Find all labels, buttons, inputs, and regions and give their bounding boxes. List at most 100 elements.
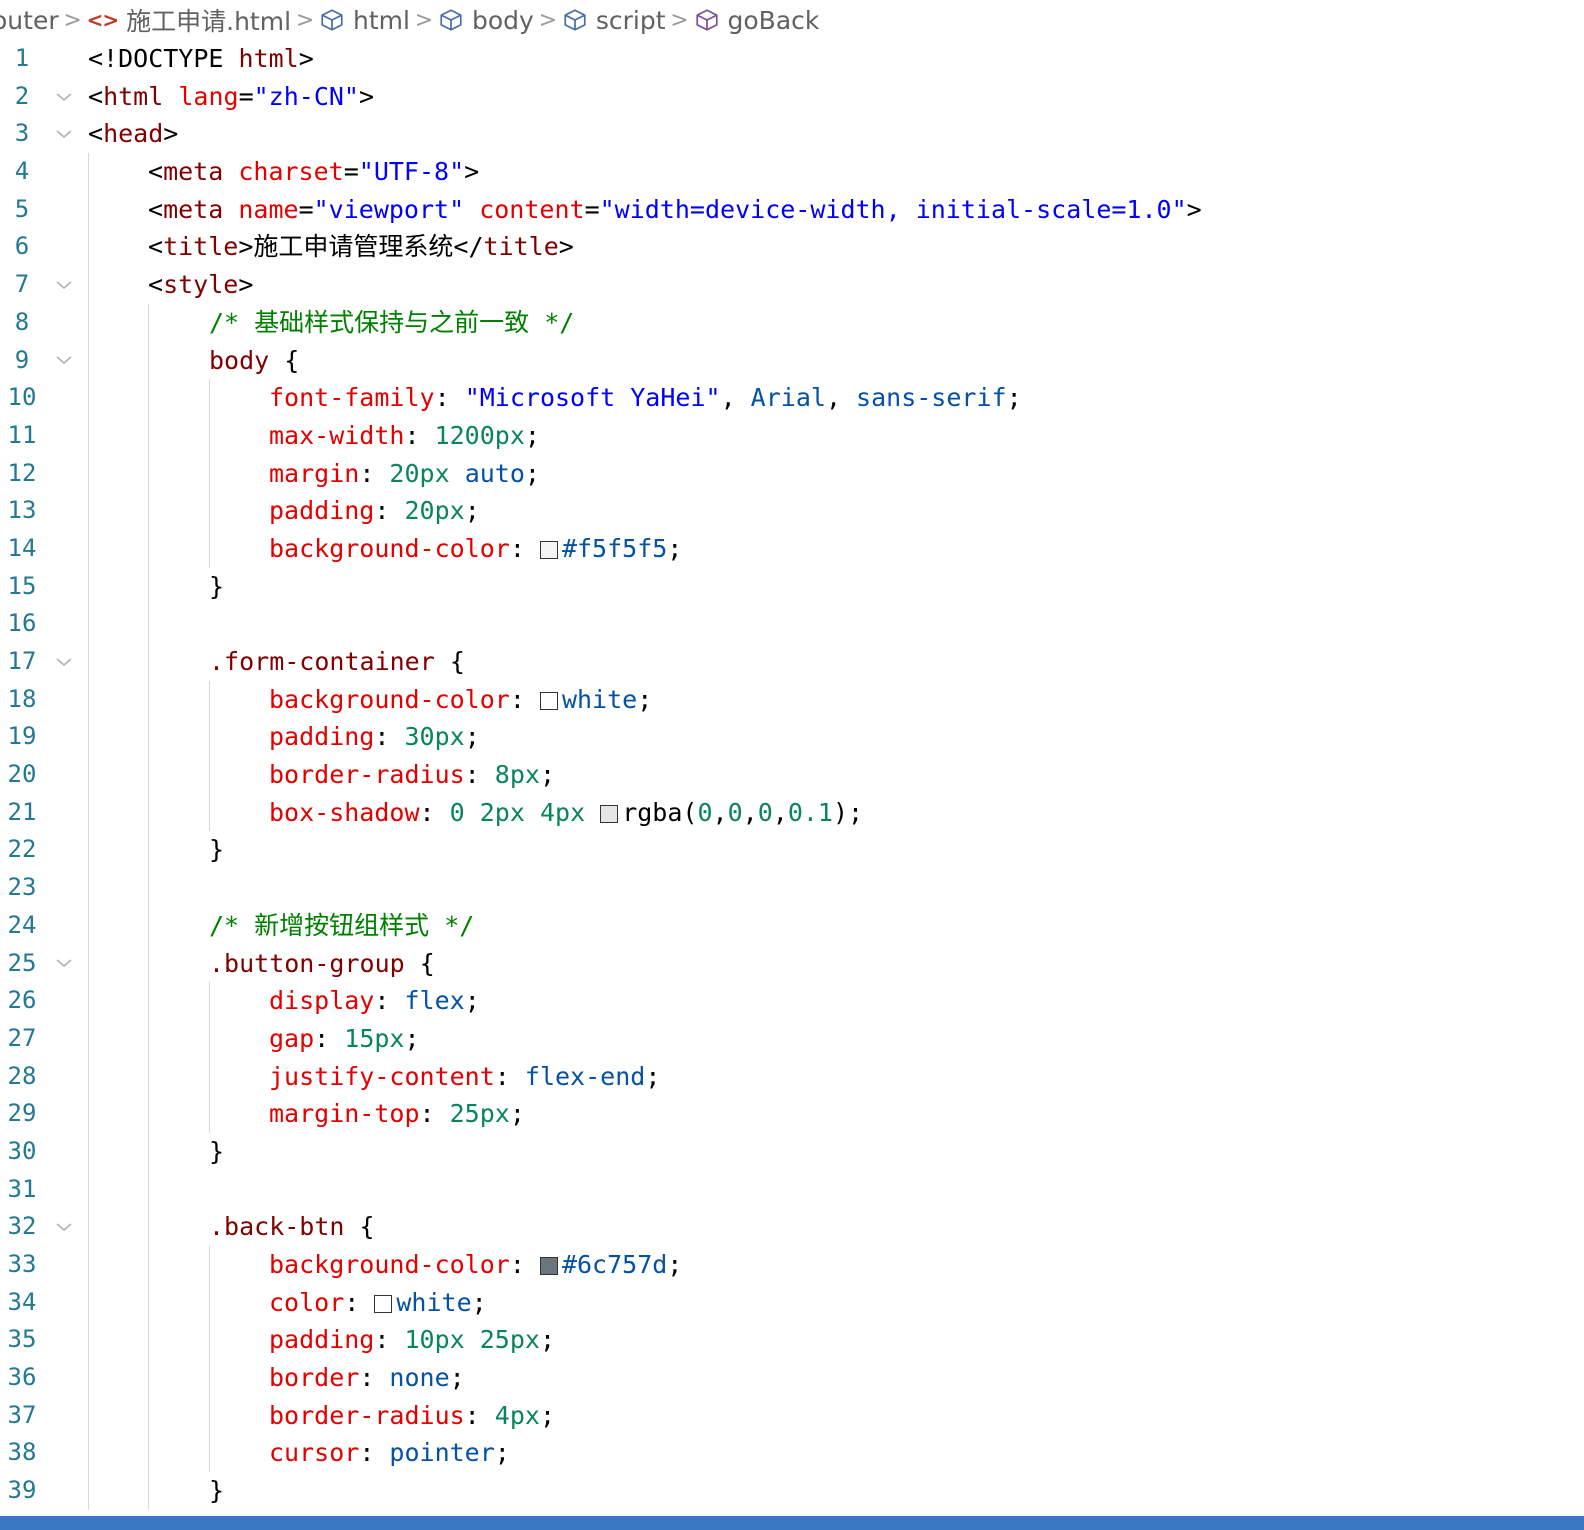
token-num: 20px: [389, 458, 450, 488]
code-line[interactable]: 31: [0, 1170, 1584, 1209]
code-line[interactable]: 15}: [0, 567, 1584, 606]
indent-guide: [148, 756, 149, 794]
code-line[interactable]: 12 margin: 20px auto;: [0, 454, 1584, 493]
breadcrumb-item[interactable]: script: [562, 6, 666, 35]
indent-guide: [148, 416, 149, 455]
fold-chevron-icon[interactable]: [54, 266, 74, 304]
code-line[interactable]: 3 <head>: [0, 115, 1584, 153]
code-line[interactable]: 19 padding: 30px;: [0, 718, 1584, 757]
line-number: 8: [14, 307, 30, 336]
breadcrumb-item[interactable]: goBack: [694, 6, 819, 35]
token-punct: >: [464, 157, 480, 187]
color-swatch-icon[interactable]: [539, 691, 558, 710]
code-editor[interactable]: 1 <!DOCTYPE html> 2 <html lang="zh-CN"> 3 <he…: [0, 40, 1584, 1516]
code-line[interactable]: 13 padding: 20px;: [0, 492, 1584, 530]
token-text: ,: [772, 797, 788, 827]
indent-guide: [88, 1057, 89, 1096]
indent-guide: [88, 1132, 89, 1171]
fold-chevron-icon[interactable]: [54, 1208, 74, 1246]
code-line[interactable]: 18 background-color: white;: [0, 680, 1584, 719]
code-line[interactable]: 29 margin-top: 25px;: [0, 1095, 1584, 1133]
indent-guide: [148, 341, 149, 380]
indent-guide: [88, 831, 89, 870]
breadcrumb-item[interactable]: body: [438, 6, 534, 35]
code-line[interactable]: 5 <meta name="viewport" content="width=de…: [0, 190, 1584, 229]
token-text: );: [832, 797, 864, 827]
token-text: {: [344, 1212, 375, 1242]
color-swatch-icon[interactable]: [600, 804, 619, 823]
cube-icon: [438, 7, 464, 33]
line-number: 2: [14, 81, 30, 110]
code-line[interactable]: 16: [0, 605, 1584, 643]
code-line[interactable]: 7 <style>: [0, 266, 1584, 304]
token-kw: none: [389, 1363, 450, 1393]
code-line[interactable]: 36 border: none;: [0, 1359, 1584, 1397]
fold-chevron-icon[interactable]: [54, 342, 74, 380]
fold-chevron-icon[interactable]: [54, 945, 74, 983]
color-swatch-icon[interactable]: [374, 1294, 393, 1313]
token-text: {: [434, 647, 465, 676]
code-line[interactable]: 35 padding: 10px 25px;: [0, 1321, 1584, 1360]
token-tag: html: [103, 81, 164, 111]
code-line[interactable]: 10 font-family: "Microsoft YaHei", Arial,…: [0, 379, 1584, 417]
code-text: body {: [209, 342, 299, 380]
line-number: 22: [7, 835, 37, 864]
token-num: 0.1: [787, 797, 833, 827]
code-line[interactable]: 26 display: flex;: [0, 982, 1584, 1020]
html-code-icon: <>: [86, 8, 120, 32]
token-num: 0: [449, 797, 465, 827]
code-text: cursor: pointer;: [269, 1434, 510, 1472]
indent-guide: [209, 1283, 210, 1322]
code-text: .form-container {: [209, 643, 465, 681]
token-tag: meta: [163, 157, 224, 187]
code-line[interactable]: 32 .back-btn {: [0, 1208, 1584, 1246]
token-text: }: [209, 571, 225, 601]
token-num: 25px: [449, 1099, 510, 1129]
code-line[interactable]: 17 .form-container {: [0, 643, 1584, 681]
code-line[interactable]: 23: [0, 869, 1584, 907]
breadcrumb-item[interactable]: outer: [0, 6, 59, 35]
code-line[interactable]: 1 <!DOCTYPE html>: [0, 40, 1584, 78]
code-line[interactable]: 8 /* 基础样式保持与之前一致 */: [0, 303, 1584, 342]
fold-chevron-icon[interactable]: [54, 643, 74, 681]
code-line[interactable]: 30}: [0, 1132, 1584, 1171]
code-line[interactable]: 38 cursor: pointer;: [0, 1434, 1584, 1473]
code-line[interactable]: 27 gap: 15px;: [0, 1019, 1584, 1058]
code-line[interactable]: 2 <html lang="zh-CN">: [0, 78, 1584, 116]
code-line[interactable]: 24 /* 新增按钮组样式 */: [0, 906, 1584, 945]
code-line[interactable]: 28 justify-content: flex-end;: [0, 1057, 1584, 1096]
line-number: 32: [7, 1212, 37, 1241]
token-comment: /* 新增按钮组样式 */: [209, 910, 475, 940]
indent-guide: [209, 379, 210, 417]
token-attr: content: [479, 194, 585, 224]
code-line[interactable]: 22}: [0, 831, 1584, 870]
fold-chevron-icon[interactable]: [54, 78, 74, 116]
code-text: justify-content: flex-end;: [269, 1058, 660, 1096]
code-line[interactable]: 39}: [0, 1472, 1584, 1510]
indent-guide: [209, 529, 210, 568]
breadcrumb-item[interactable]: <> 施工申请.html: [87, 2, 291, 38]
code-line[interactable]: 37 border-radius: 4px;: [0, 1396, 1584, 1435]
indent-guide: [148, 1095, 149, 1133]
line-number: 35: [7, 1325, 37, 1354]
code-line[interactable]: 21 box-shadow: 0 2px 4px rgba(0,0,0,0.1);: [0, 793, 1584, 832]
indent-guide: [209, 492, 210, 530]
code-text: <meta charset="UTF-8">: [148, 153, 479, 191]
code-line[interactable]: 4 <meta charset="UTF-8">: [0, 153, 1584, 191]
code-line[interactable]: 6 <title>施工申请管理系统</title>: [0, 228, 1584, 267]
code-line[interactable]: 20 border-radius: 8px;: [0, 756, 1584, 794]
code-line[interactable]: 11 max-width: 1200px;: [0, 416, 1584, 455]
line-number: 38: [7, 1438, 37, 1467]
color-swatch-icon[interactable]: [539, 540, 558, 559]
code-line[interactable]: 14 background-color: #f5f5f5;: [0, 529, 1584, 568]
fold-chevron-icon[interactable]: [54, 115, 74, 153]
token-sel: .back-btn: [209, 1212, 345, 1242]
code-line[interactable]: 25 .button-group {: [0, 944, 1584, 983]
code-line[interactable]: 33 background-color: #6c757d;: [0, 1246, 1584, 1284]
code-text: <title>施工申请管理系统</title>: [148, 228, 574, 266]
breadcrumb-item[interactable]: html: [319, 6, 410, 35]
color-swatch-icon[interactable]: [539, 1257, 558, 1275]
indent-guide: [209, 982, 210, 1020]
code-line[interactable]: 9 body {: [0, 341, 1584, 380]
code-line[interactable]: 34 color: white;: [0, 1283, 1584, 1322]
